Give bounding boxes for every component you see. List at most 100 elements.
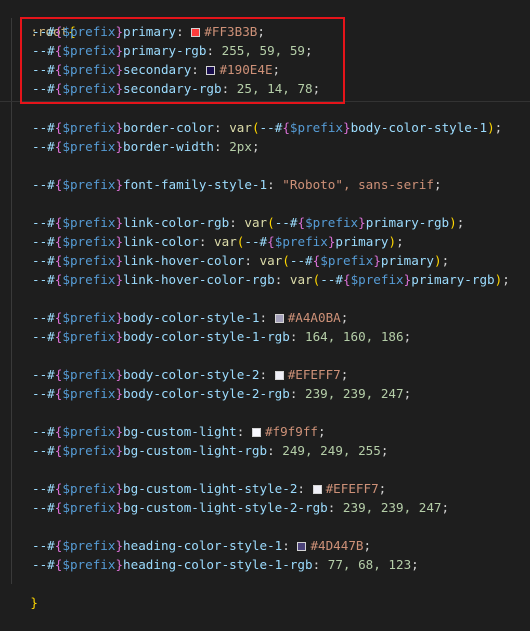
prefix-variable: $prefix bbox=[62, 139, 116, 154]
interpolation-open: { bbox=[297, 215, 306, 230]
semicolon: ; bbox=[251, 139, 260, 154]
semicolon: ; bbox=[340, 310, 349, 325]
code-editor[interactable]: :root{ --#{$prefix}primary: #FF3B3B; --#{… bbox=[0, 0, 530, 610]
custom-prop-dashes: -- bbox=[32, 120, 48, 135]
prefix-variable: $prefix bbox=[62, 120, 116, 135]
colon: : bbox=[289, 329, 306, 344]
custom-prop-dashes: -- bbox=[32, 139, 48, 154]
value-rest: , sans-serif bbox=[342, 177, 434, 192]
prefix-variable: $prefix bbox=[62, 424, 116, 439]
code-line[interactable]: --#{$prefix}link-color: var(--#{$prefix}… bbox=[0, 232, 404, 251]
code-line[interactable]: --#{$prefix}bg-custom-light-rgb: 249, 24… bbox=[0, 441, 388, 460]
color-swatch-icon[interactable] bbox=[297, 542, 307, 551]
interpolation-close: } bbox=[115, 367, 124, 382]
code-line[interactable]: --#{$prefix}border-color: var(--#{$prefi… bbox=[0, 118, 502, 137]
property-name: link-hover-color bbox=[123, 253, 245, 268]
color-value: #EFEFF7 bbox=[325, 481, 379, 496]
interpolation-close: } bbox=[115, 120, 124, 135]
property-name: body-color-style-2-rgb bbox=[123, 386, 290, 401]
code-line[interactable]: --#{$prefix}link-color-rgb: var(--#{$pre… bbox=[0, 213, 464, 232]
interpolation-hash: # bbox=[47, 424, 55, 439]
property-name: font-family-style-1 bbox=[123, 177, 268, 192]
property-value: 77, 68, 123 bbox=[327, 557, 412, 572]
interpolation-hash: # bbox=[47, 443, 55, 458]
semicolon: ; bbox=[441, 500, 450, 515]
interpolation-close: } bbox=[115, 177, 124, 192]
code-line[interactable]: --#{$prefix}link-hover-color-rgb: var(--… bbox=[0, 270, 510, 289]
code-line[interactable]: --#{$prefix}heading-color-style-1-rgb: 7… bbox=[0, 555, 419, 574]
code-line[interactable]: --#{$prefix}body-color-style-2-rgb: 239,… bbox=[0, 384, 411, 403]
interpolation-close: } bbox=[115, 500, 124, 515]
interpolation-close: } bbox=[115, 443, 124, 458]
property-value: 2px bbox=[229, 139, 252, 154]
prefix-variable: $prefix bbox=[350, 272, 404, 287]
colon: : bbox=[259, 310, 275, 325]
paren-close: ) bbox=[388, 234, 397, 249]
custom-prop-dashes: -- bbox=[32, 253, 48, 268]
paren-close: ) bbox=[433, 253, 442, 268]
custom-prop-dashes: -- bbox=[32, 557, 48, 572]
semicolon: ; bbox=[494, 120, 503, 135]
custom-prop-dashes: -- bbox=[244, 234, 260, 249]
interpolation-close: } bbox=[115, 538, 124, 553]
function-name: var bbox=[214, 234, 237, 249]
interpolation-hash: # bbox=[47, 481, 55, 496]
interpolation-hash: # bbox=[47, 538, 55, 553]
color-swatch-icon[interactable] bbox=[312, 485, 322, 494]
code-line[interactable]: --#{$prefix}border-width: 2px; bbox=[0, 137, 260, 156]
interpolation-open: { bbox=[342, 272, 351, 287]
prefix-variable: $prefix bbox=[62, 500, 116, 515]
interpolation-hash: # bbox=[47, 557, 55, 572]
interpolation-hash: # bbox=[47, 386, 55, 401]
prefix-variable: $prefix bbox=[62, 557, 116, 572]
property-value: 164, 160, 186 bbox=[305, 329, 404, 344]
color-value: #f9f9ff bbox=[264, 424, 319, 439]
interpolation-hash: # bbox=[47, 177, 55, 192]
interpolation-open: { bbox=[282, 120, 290, 135]
semicolon: ; bbox=[380, 443, 389, 458]
colon: : bbox=[244, 253, 260, 268]
interpolation-close: } bbox=[115, 234, 124, 249]
color-swatch-icon[interactable] bbox=[274, 314, 284, 323]
semicolon: ; bbox=[318, 424, 326, 439]
colon: : bbox=[282, 538, 298, 553]
code-line[interactable]: --#{$prefix}bg-custom-light: #f9f9ff; bbox=[0, 422, 326, 441]
interpolation-close: } bbox=[115, 481, 124, 496]
code-line[interactable]: --#{$prefix}link-hover-color: var(--#{$p… bbox=[0, 251, 449, 270]
colon: : bbox=[274, 272, 290, 287]
custom-prop-dashes: -- bbox=[32, 500, 48, 515]
prefix-variable: $prefix bbox=[62, 386, 116, 401]
color-swatch-icon[interactable] bbox=[251, 428, 261, 437]
code-line[interactable]: --#{$prefix}body-color-style-1: #A4A0BA; bbox=[0, 308, 348, 327]
property-name: link-hover-color-rgb bbox=[123, 272, 275, 287]
code-line[interactable]: --#{$prefix}body-color-style-2: #EFEFF7; bbox=[0, 365, 348, 384]
color-swatch-icon[interactable] bbox=[274, 371, 284, 380]
semicolon: ; bbox=[441, 253, 450, 268]
property-name: border-color bbox=[123, 120, 215, 135]
interpolation-close: } bbox=[115, 253, 124, 268]
interpolation-hash: # bbox=[47, 234, 55, 249]
code-line[interactable]: --#{$prefix}font-family-style-1: "Roboto… bbox=[0, 175, 442, 194]
custom-prop-dashes: -- bbox=[32, 215, 48, 230]
code-line[interactable]: --#{$prefix}bg-custom-light-style-2-rgb:… bbox=[0, 498, 449, 517]
interpolation-hash: # bbox=[259, 234, 268, 249]
paren-open: ( bbox=[251, 120, 260, 135]
prefix-variable: $prefix bbox=[62, 272, 116, 287]
property-name: bg-custom-light bbox=[123, 424, 237, 439]
code-line[interactable]: --#{$prefix}bg-custom-light-style-2: #EF… bbox=[0, 479, 386, 498]
root-close-line[interactable]: } bbox=[0, 574, 38, 610]
paren-close: ) bbox=[449, 215, 457, 230]
property-name: body-color-style-1 bbox=[123, 310, 260, 325]
interpolation-close: } bbox=[115, 272, 124, 287]
referenced-property: primary bbox=[380, 253, 434, 268]
interpolation-hash: # bbox=[47, 367, 55, 382]
prefix-variable: $prefix bbox=[62, 310, 116, 325]
referenced-property: primary bbox=[335, 234, 389, 249]
referenced-property: primary-rgb bbox=[365, 215, 450, 230]
interpolation-close: } bbox=[115, 424, 124, 439]
prefix-variable: $prefix bbox=[62, 367, 116, 382]
code-line[interactable]: --#{$prefix}body-color-style-1-rgb: 164,… bbox=[0, 327, 411, 346]
prefix-variable: $prefix bbox=[274, 234, 328, 249]
interpolation-close: } bbox=[115, 139, 124, 154]
code-line[interactable]: --#{$prefix}heading-color-style-1: #4D44… bbox=[0, 536, 371, 555]
